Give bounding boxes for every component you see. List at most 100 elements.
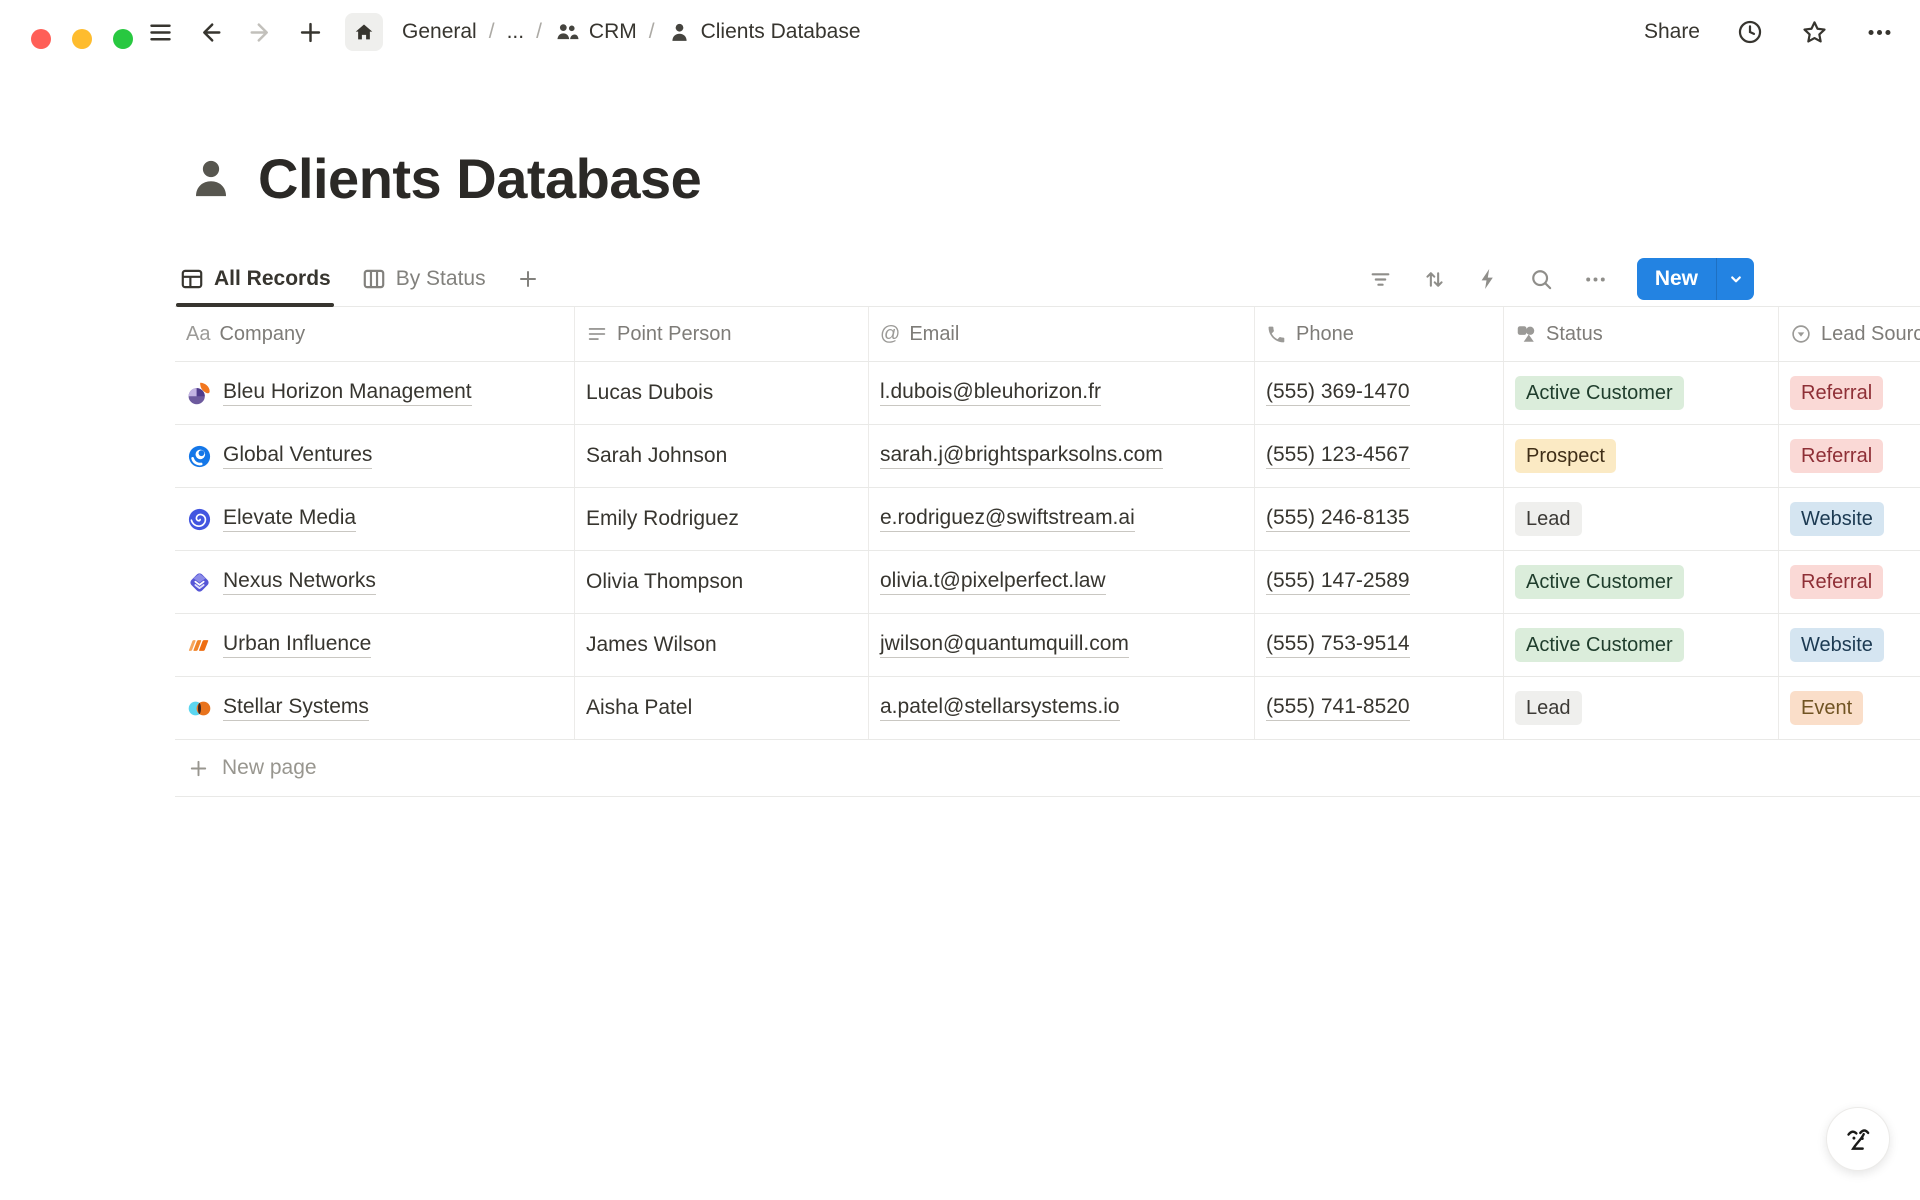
breadcrumb-ellipsis[interactable]: ... bbox=[507, 20, 525, 44]
phone-link[interactable]: (555) 246-8135 bbox=[1266, 506, 1410, 532]
lead-source-cell[interactable]: Website bbox=[1779, 614, 1920, 676]
phone-link[interactable]: (555) 123-4567 bbox=[1266, 443, 1410, 469]
zoom-button[interactable] bbox=[113, 29, 133, 49]
email-cell[interactable]: jwilson@quantumquill.com bbox=[869, 614, 1255, 676]
breadcrumb-label: Clients Database bbox=[701, 20, 861, 44]
minimize-button[interactable] bbox=[72, 29, 92, 49]
point-person-cell[interactable]: Sarah Johnson bbox=[575, 425, 869, 487]
breadcrumb-crm[interactable]: CRM bbox=[554, 19, 637, 45]
point-person-cell[interactable]: James Wilson bbox=[575, 614, 869, 676]
status-cell[interactable]: Active Customer bbox=[1504, 362, 1779, 424]
company-cell[interactable]: Bleu Horizon Management bbox=[175, 362, 575, 424]
phone-link[interactable]: (555) 147-2589 bbox=[1266, 569, 1410, 595]
column-label: Status bbox=[1546, 323, 1603, 346]
company-cell[interactable]: Global Ventures bbox=[175, 425, 575, 487]
column-header-lead-source[interactable]: Lead Source bbox=[1779, 307, 1920, 361]
phone-link[interactable]: (555) 753-9514 bbox=[1266, 632, 1410, 658]
breadcrumb-general[interactable]: General bbox=[402, 20, 477, 44]
automation-lightning-icon[interactable] bbox=[1476, 267, 1500, 291]
search-icon[interactable] bbox=[1529, 267, 1554, 292]
point-person-cell[interactable]: Aisha Patel bbox=[575, 677, 869, 739]
email-link[interactable]: olivia.t@pixelperfect.law bbox=[880, 569, 1106, 595]
phone-cell[interactable]: (555) 741-8520 bbox=[1255, 677, 1504, 739]
view-more-icon[interactable] bbox=[1583, 267, 1608, 292]
page-person-icon[interactable] bbox=[186, 154, 236, 204]
phone-cell[interactable]: (555) 246-8135 bbox=[1255, 488, 1504, 550]
phone-cell[interactable]: (555) 123-4567 bbox=[1255, 425, 1504, 487]
lead-source-cell[interactable]: Event bbox=[1779, 677, 1920, 739]
new-tab-icon[interactable] bbox=[295, 17, 325, 47]
sidebar-toggle-icon[interactable] bbox=[145, 17, 175, 47]
table-row[interactable]: Urban Influence James Wilson jwilson@qua… bbox=[175, 614, 1920, 677]
sort-icon[interactable] bbox=[1422, 267, 1447, 292]
new-record-button[interactable]: New bbox=[1637, 258, 1754, 300]
lead-source-cell[interactable]: Website bbox=[1779, 488, 1920, 550]
table-row[interactable]: Nexus Networks Olivia Thompson olivia.t@… bbox=[175, 551, 1920, 614]
email-cell[interactable]: e.rodriguez@swiftstream.ai bbox=[869, 488, 1255, 550]
new-button-dropdown[interactable] bbox=[1716, 258, 1754, 300]
column-header-email[interactable]: @ Email bbox=[869, 307, 1255, 361]
point-person-cell[interactable]: Emily Rodriguez bbox=[575, 488, 869, 550]
back-icon[interactable] bbox=[195, 17, 225, 47]
breadcrumb-separator: / bbox=[536, 20, 542, 44]
email-cell[interactable]: sarah.j@brightsparksolns.com bbox=[869, 425, 1255, 487]
phone-cell[interactable]: (555) 753-9514 bbox=[1255, 614, 1504, 676]
table-row[interactable]: Stellar Systems Aisha Patel a.patel@stel… bbox=[175, 677, 1920, 740]
company-cell[interactable]: Nexus Networks bbox=[175, 551, 575, 613]
phone-link[interactable]: (555) 741-8520 bbox=[1266, 695, 1410, 721]
more-options-icon[interactable] bbox=[1865, 18, 1894, 47]
phone-link[interactable]: (555) 369-1470 bbox=[1266, 380, 1410, 406]
email-cell[interactable]: a.patel@stellarsystems.io bbox=[869, 677, 1255, 739]
status-cell[interactable]: Lead bbox=[1504, 488, 1779, 550]
company-name[interactable]: Urban Influence bbox=[223, 632, 371, 658]
favorite-star-icon[interactable] bbox=[1800, 18, 1829, 47]
tab-all-records[interactable]: All Records bbox=[179, 252, 331, 306]
email-link[interactable]: a.patel@stellarsystems.io bbox=[880, 695, 1120, 721]
column-header-point-person[interactable]: Point Person bbox=[575, 307, 869, 361]
point-person-cell[interactable]: Lucas Dubois bbox=[575, 362, 869, 424]
company-name[interactable]: Global Ventures bbox=[223, 443, 372, 469]
company-cell[interactable]: Stellar Systems bbox=[175, 677, 575, 739]
phone-cell[interactable]: (555) 369-1470 bbox=[1255, 362, 1504, 424]
email-link[interactable]: e.rodriguez@swiftstream.ai bbox=[880, 506, 1135, 532]
lead-source-cell[interactable]: Referral bbox=[1779, 362, 1920, 424]
email-link[interactable]: sarah.j@brightsparksolns.com bbox=[880, 443, 1163, 469]
email-link[interactable]: l.dubois@bleuhorizon.fr bbox=[880, 380, 1101, 406]
home-button[interactable] bbox=[345, 13, 383, 51]
share-button[interactable]: Share bbox=[1644, 20, 1700, 44]
status-cell[interactable]: Active Customer bbox=[1504, 551, 1779, 613]
email-cell[interactable]: l.dubois@bleuhorizon.fr bbox=[869, 362, 1255, 424]
page-title[interactable]: Clients Database bbox=[258, 146, 701, 211]
tab-by-status[interactable]: By Status bbox=[361, 252, 486, 306]
email-cell[interactable]: olivia.t@pixelperfect.law bbox=[869, 551, 1255, 613]
company-cell[interactable]: Urban Influence bbox=[175, 614, 575, 676]
add-view-button[interactable] bbox=[516, 267, 540, 291]
company-name[interactable]: Nexus Networks bbox=[223, 569, 376, 595]
phone-cell[interactable]: (555) 147-2589 bbox=[1255, 551, 1504, 613]
new-page-button[interactable]: New page bbox=[175, 740, 1920, 797]
point-person-cell[interactable]: Olivia Thompson bbox=[575, 551, 869, 613]
company-name[interactable]: Stellar Systems bbox=[223, 695, 369, 721]
lead-source-cell[interactable]: Referral bbox=[1779, 551, 1920, 613]
company-cell[interactable]: Elevate Media bbox=[175, 488, 575, 550]
email-link[interactable]: jwilson@quantumquill.com bbox=[880, 632, 1129, 658]
notion-ai-button[interactable] bbox=[1826, 1107, 1890, 1171]
column-header-company[interactable]: Aa Company bbox=[175, 307, 575, 361]
table-row[interactable]: Bleu Horizon Management Lucas Dubois l.d… bbox=[175, 362, 1920, 425]
lead-source-cell[interactable]: Referral bbox=[1779, 425, 1920, 487]
column-header-status[interactable]: Status bbox=[1504, 307, 1779, 361]
breadcrumb-clients-database[interactable]: Clients Database bbox=[667, 20, 861, 45]
status-cell[interactable]: Lead bbox=[1504, 677, 1779, 739]
column-header-phone[interactable]: Status Phone bbox=[1255, 307, 1504, 361]
status-cell[interactable]: Prospect bbox=[1504, 425, 1779, 487]
close-button[interactable] bbox=[31, 29, 51, 49]
filter-icon[interactable] bbox=[1368, 267, 1393, 292]
forward-icon[interactable] bbox=[245, 17, 275, 47]
table-row[interactable]: Global Ventures Sarah Johnson sarah.j@br… bbox=[175, 425, 1920, 488]
status-cell[interactable]: Active Customer bbox=[1504, 614, 1779, 676]
new-button-label: New bbox=[1637, 258, 1716, 300]
company-name[interactable]: Elevate Media bbox=[223, 506, 356, 532]
updates-clock-icon[interactable] bbox=[1736, 18, 1764, 46]
company-name[interactable]: Bleu Horizon Management bbox=[223, 380, 472, 406]
table-row[interactable]: Elevate Media Emily Rodriguez e.rodrigue… bbox=[175, 488, 1920, 551]
